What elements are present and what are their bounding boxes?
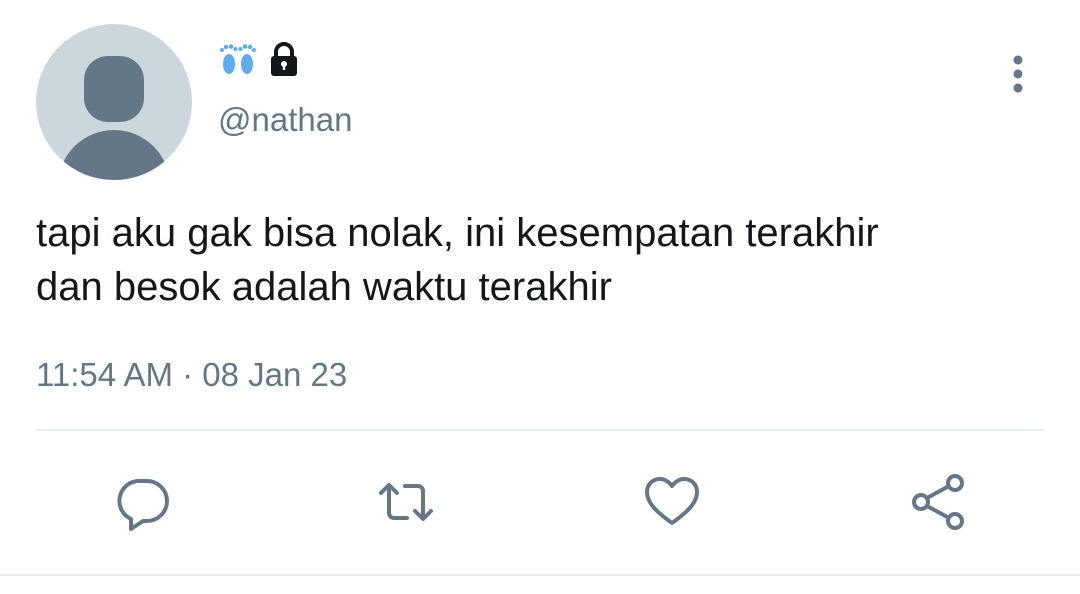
like-button[interactable] (640, 470, 704, 534)
share-icon (912, 474, 964, 530)
reply-icon (117, 479, 169, 531)
user-handle[interactable]: @nathan (218, 100, 352, 140)
retweet-icon (379, 483, 433, 521)
divider (36, 429, 1044, 431)
bottom-divider (0, 574, 1080, 576)
lock-icon (271, 42, 297, 76)
avatar[interactable] (36, 24, 192, 180)
more-options-button[interactable] (996, 52, 1040, 96)
avatar-body-shape (58, 130, 170, 180)
tweet-card: @nathan tapi aku gak bisa nolak, ini kes… (0, 0, 1080, 594)
tweet-timestamp: 11:54 AM · 08 Jan 23 (36, 356, 348, 393)
like-icon (645, 477, 699, 525)
tweet-text: tapi aku gak bisa nolak, ini kesempatan … (36, 211, 879, 309)
footprints-icon (220, 44, 256, 74)
reply-button[interactable] (110, 470, 174, 534)
more-vertical-icon (1013, 55, 1023, 93)
retweet-button[interactable] (374, 470, 438, 534)
display-name[interactable] (218, 40, 304, 80)
share-button[interactable] (906, 470, 970, 534)
avatar-head-shape (84, 56, 144, 122)
